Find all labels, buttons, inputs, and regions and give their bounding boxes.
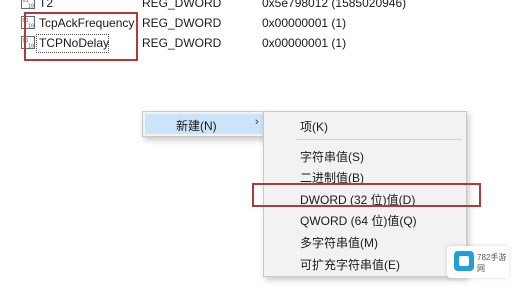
value-data: 0x00000001 (1): [262, 16, 347, 30]
menu-separator: [296, 139, 462, 140]
watermark-text: 782手游网: [477, 253, 507, 273]
context-menu: 新建(N) ›: [142, 111, 268, 137]
menu-item-multi-string-value[interactable]: 多字符串值(M): [300, 234, 378, 251]
value-type: REG_DWORD: [142, 16, 222, 30]
reg-binary-value-icon: 01 10: [21, 0, 35, 9]
value-data: 0x5e798012 (1585020946): [262, 0, 407, 10]
highlight-box-value-names: [24, 12, 138, 61]
menu-item-expandable-string-value[interactable]: 可扩充字符串值(E): [300, 256, 400, 273]
value-data: 0x00000001 (1): [262, 36, 347, 50]
chevron-right-icon: ›: [255, 116, 259, 128]
menu-item-key[interactable]: 项(K): [300, 118, 328, 135]
menu-item-string-value[interactable]: 字符串值(S): [300, 148, 364, 165]
value-name: T2: [39, 0, 54, 10]
value-type: REG_DWORD: [142, 0, 222, 10]
site-logo-icon: [454, 251, 474, 271]
menu-item-new[interactable]: 新建(N) ›: [145, 114, 265, 134]
value-type: REG_DWORD: [142, 36, 222, 50]
menu-item-qword-value[interactable]: QWORD (64 位)值(Q): [300, 212, 417, 229]
svg-text:10: 10: [28, 4, 34, 10]
watermark: 782手游网: [447, 246, 509, 278]
highlight-box-dword: [252, 183, 481, 207]
menu-item-new-label: 新建(N): [176, 119, 217, 133]
